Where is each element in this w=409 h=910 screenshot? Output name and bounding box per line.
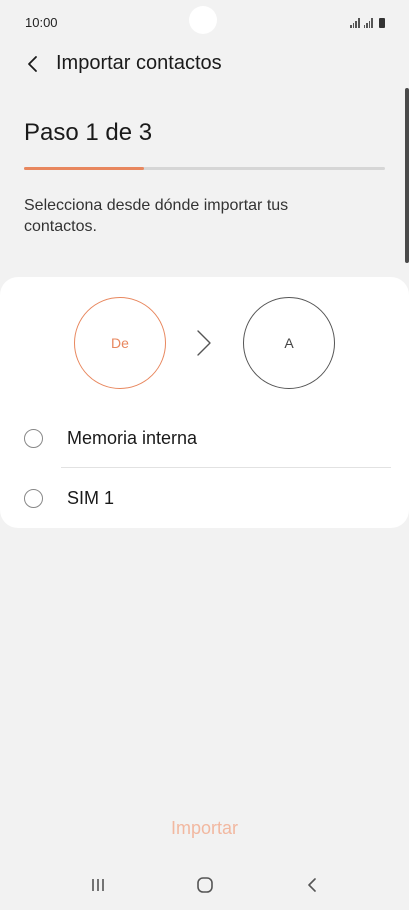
option-sim-1[interactable]: SIM 1 (0, 469, 409, 527)
camera-cutout (189, 6, 217, 34)
radio-button[interactable] (24, 429, 43, 448)
home-button[interactable] (193, 874, 217, 896)
source-card: De A Memoria interna SIM 1 (0, 277, 409, 528)
recent-apps-button[interactable] (86, 874, 110, 896)
scrollbar[interactable] (405, 88, 409, 263)
to-label: A (284, 335, 294, 351)
option-label: SIM 1 (67, 488, 115, 508)
chevron-left-icon (28, 56, 37, 72)
header: Importar contactos (0, 46, 409, 82)
screen: 10:00 Importar contactos Paso 1 de 3 Sel… (0, 0, 409, 910)
nav-back-icon (308, 878, 316, 892)
back-button[interactable] (20, 50, 46, 78)
to-circle: A (243, 297, 335, 389)
signal-icon (350, 17, 360, 28)
instructions-text: Selecciona desde dónde importar tus cont… (24, 197, 289, 235)
status-bar: 10:00 (0, 0, 409, 46)
status-icons (350, 16, 385, 28)
import-button[interactable]: Importar (0, 818, 409, 839)
battery-icon (379, 18, 385, 28)
option-internal-memory[interactable]: Memoria interna (0, 409, 409, 467)
from-label: De (111, 335, 129, 351)
progress-bar (24, 167, 385, 170)
home-icon (197, 877, 213, 893)
step-title: Paso 1 de 3 (24, 119, 153, 146)
status-time: 10:00 (25, 15, 58, 30)
signal-icon-2 (363, 17, 373, 28)
radio-button[interactable] (24, 489, 43, 508)
from-circle: De (74, 297, 166, 389)
page-title: Importar contactos (56, 52, 222, 74)
divider (61, 467, 391, 468)
nav-back-button[interactable] (300, 874, 324, 896)
recent-apps-icon (92, 879, 104, 891)
option-label: Memoria interna (67, 428, 198, 448)
chevron-right-icon (197, 330, 211, 356)
navigation-bar (0, 866, 409, 904)
progress-fill (24, 167, 145, 170)
